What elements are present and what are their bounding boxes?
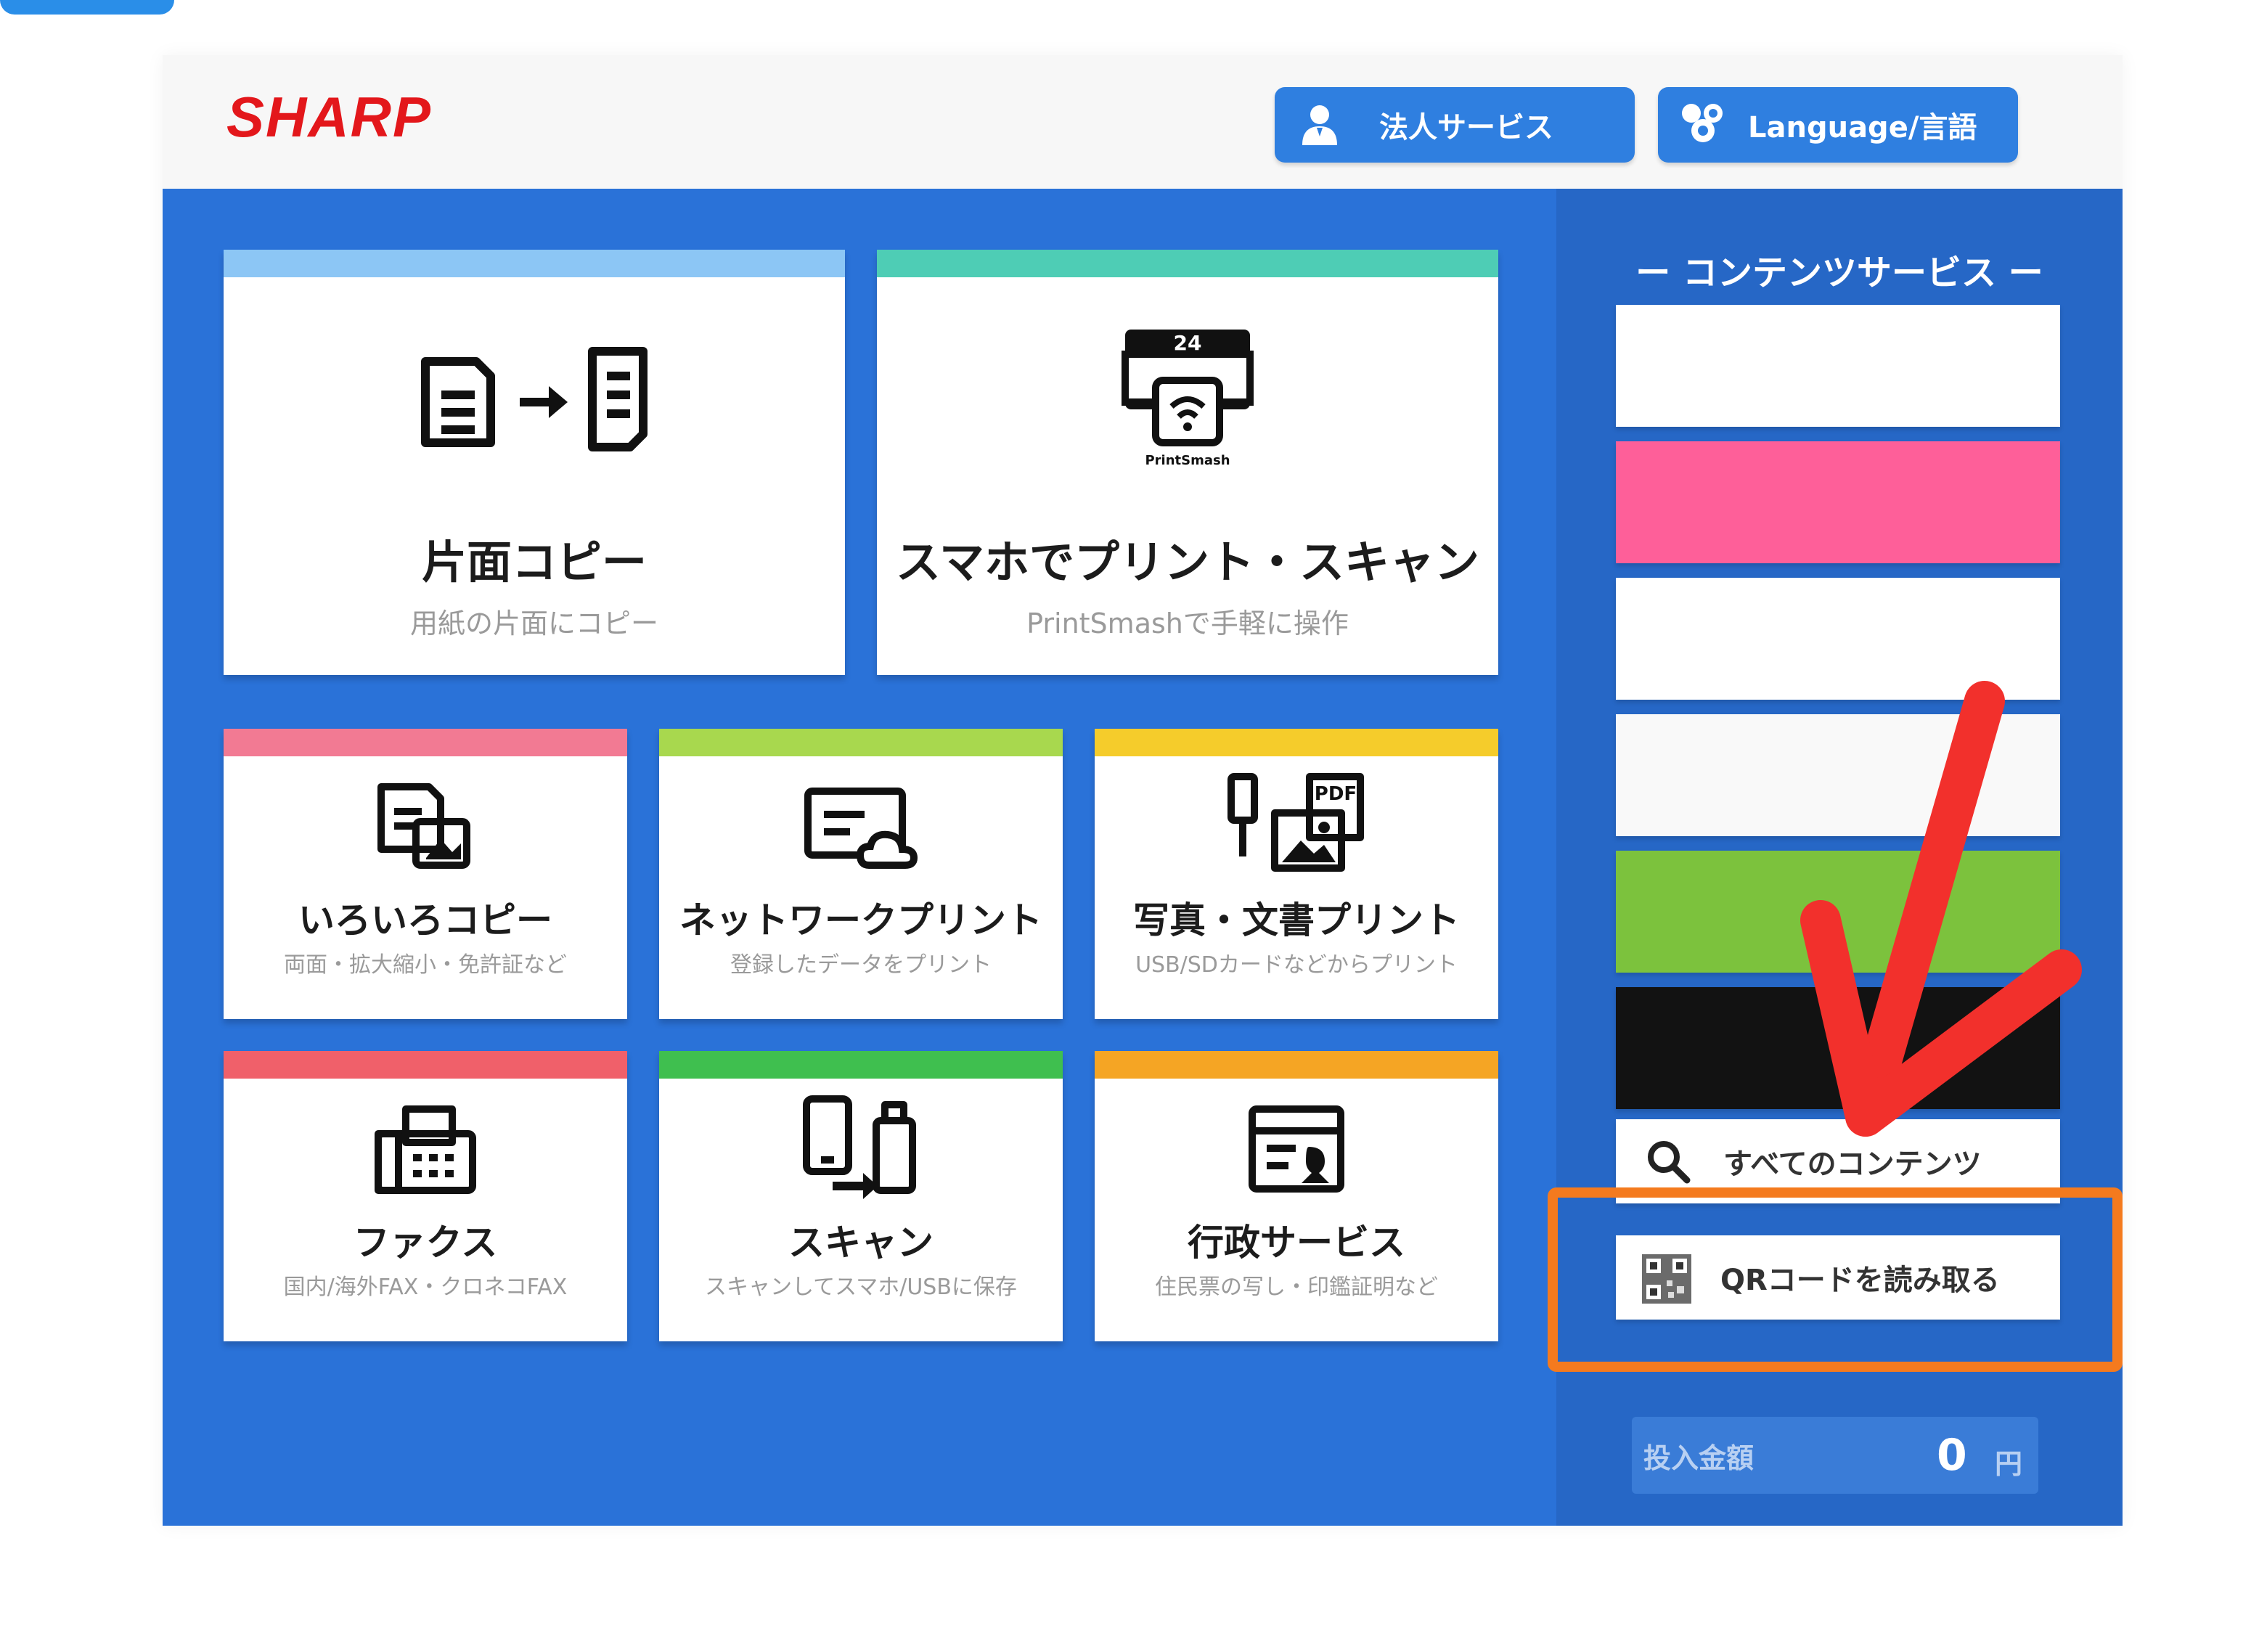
various-copy-icon [371, 780, 480, 877]
top-bar: SHARP 法人サービス Language/言語 [163, 55, 2123, 189]
card-title: ネットワークプリント [679, 899, 1042, 941]
card-stripe [1095, 729, 1498, 756]
person-icon [1296, 102, 1343, 148]
corporate-service-label: 法人サービス [1379, 111, 1553, 144]
card-subtitle: 両面・拡大縮小・免許証など [284, 952, 567, 978]
content-banner-2[interactable] [1616, 441, 2060, 563]
printsmash-badge: 24 [1174, 331, 1202, 355]
inserted-amount-unit: 円 [1995, 1448, 2023, 1480]
card-subtitle: PrintSmashで手軽に操作 [1026, 608, 1349, 639]
card-subtitle: 住民票の写し・印鑑証明など [1155, 1275, 1438, 1300]
card-title: スキャン [788, 1222, 934, 1264]
card-photo-document-print[interactable]: PDF 写真・文書プリント USB/SDカードなどからプリント [1095, 729, 1498, 1019]
card-title: いろいろコピー [298, 899, 552, 941]
card-stripe [659, 729, 1063, 756]
language-label: Language/言語 [1748, 111, 1977, 144]
government-document-icon [1242, 1102, 1351, 1199]
content-service-title: ー コンテンツサービス ー [1635, 253, 2043, 293]
card-subtitle: 国内/海外FAX・クロネコFAX [283, 1275, 568, 1300]
printsmash-icon: 24 PrintSmash [1115, 325, 1260, 473]
corporate-service-button[interactable]: 法人サービス [1275, 87, 1635, 163]
printsmash-logo-text: PrintSmash [1145, 453, 1230, 468]
card-stripe [224, 1051, 627, 1079]
card-various-copy[interactable]: いろいろコピー 両面・拡大縮小・免許証など [224, 729, 627, 1019]
network-print-icon [799, 780, 923, 877]
photo-document-icon: PDF [1224, 769, 1369, 881]
card-title: ファクス [353, 1222, 498, 1264]
card-title: スマホでプリント・スキャン [895, 536, 1480, 589]
card-title: 写真・文書プリント [1133, 899, 1460, 941]
fax-icon [371, 1102, 480, 1199]
inserted-amount-value: 0 [1937, 1430, 1967, 1481]
card-stripe [877, 250, 1498, 277]
card-government-service[interactable]: 行政サービス 住民票の写し・印鑑証明など [1095, 1051, 1498, 1341]
card-stripe [1095, 1051, 1498, 1079]
language-icon [1680, 102, 1726, 148]
qr-highlight-box [1548, 1187, 2123, 1372]
card-title: 片面コピー [421, 536, 647, 589]
card-stripe [224, 729, 627, 756]
content-banner-4[interactable] [1616, 714, 2060, 836]
decorative-corner [0, 0, 174, 15]
inserted-amount-display: 投入金額 0 円 [1632, 1417, 2038, 1494]
card-single-copy[interactable]: 片面コピー 用紙の片面にコピー [224, 250, 845, 675]
card-scan[interactable]: スキャン スキャンしてスマホ/USBに保存 [659, 1051, 1063, 1341]
card-stripe [224, 250, 845, 277]
card-subtitle: USB/SDカードなどからプリント [1135, 952, 1458, 978]
language-button[interactable]: Language/言語 [1658, 87, 2018, 163]
sharp-logo: SHARP [226, 85, 433, 149]
card-smartphone-print-scan[interactable]: 24 PrintSmash スマホでプリント・スキャン PrintSmashで手… [877, 250, 1498, 675]
card-fax[interactable]: ファクス 国内/海外FAX・クロネコFAX [224, 1051, 627, 1341]
card-subtitle: 登録したデータをプリント [730, 952, 992, 978]
all-contents-label: すべてのコンテンツ [1723, 1148, 1982, 1181]
content-banner-3[interactable] [1616, 578, 2060, 700]
card-subtitle: スキャンしてスマホ/USBに保存 [705, 1275, 1017, 1300]
card-stripe [659, 1051, 1063, 1079]
card-subtitle: 用紙の片面にコピー [409, 608, 658, 639]
content-banner-5[interactable] [1616, 851, 2060, 973]
content-banner-1[interactable] [1616, 305, 2060, 427]
card-title: 行政サービス [1188, 1222, 1405, 1264]
scan-icon [799, 1092, 923, 1203]
copy-document-icon [404, 344, 665, 456]
card-network-print[interactable]: ネットワークプリント 登録したデータをプリント [659, 729, 1063, 1019]
content-banner-6[interactable] [1616, 987, 2060, 1109]
inserted-amount-label: 投入金額 [1643, 1442, 1754, 1474]
search-icon [1645, 1138, 1691, 1185]
pdf-label: PDF [1315, 783, 1357, 805]
